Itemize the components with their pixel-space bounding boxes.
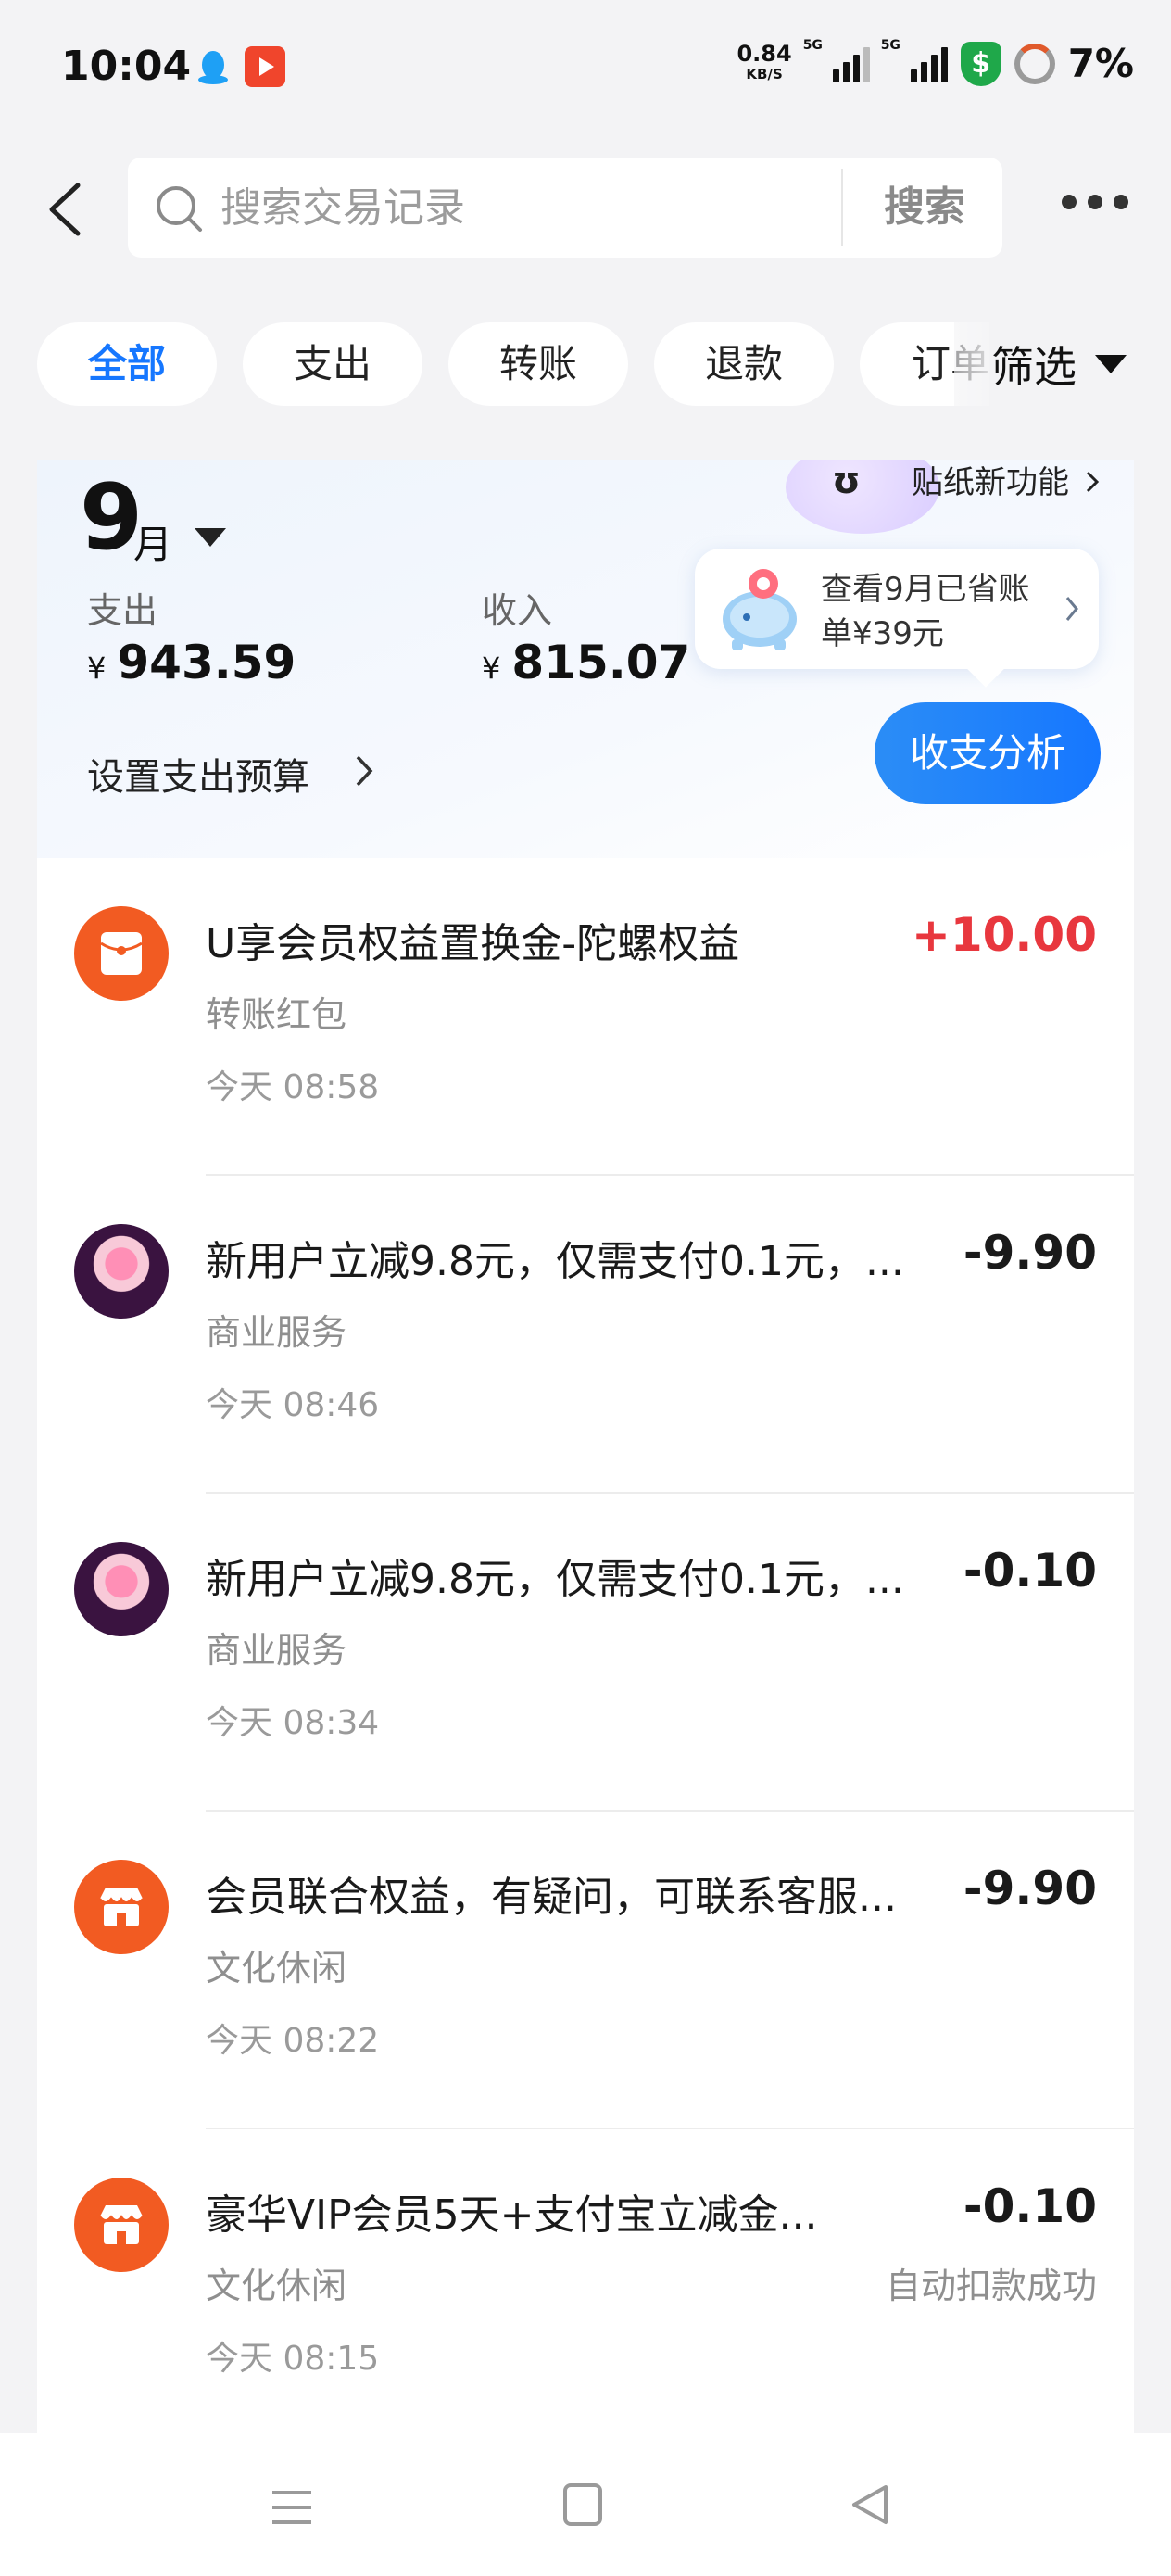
chip-refund[interactable]: 退款 — [654, 322, 834, 406]
transaction-title: 新用户立减9.8元，仅需支付0.1元，... — [206, 1238, 904, 1285]
filter-label: 筛选 — [991, 342, 1077, 392]
red-packet-icon — [74, 906, 169, 1001]
transaction-amount: +10.00 — [911, 908, 1097, 962]
chevron-right-icon — [1084, 471, 1101, 493]
back-icon[interactable] — [46, 182, 83, 237]
transaction-amount: -9.90 — [963, 1862, 1097, 1915]
back-nav-icon[interactable] — [849, 2483, 891, 2526]
set-budget-link[interactable]: 设置支出预算 — [87, 747, 309, 801]
piggy-bank-icon — [713, 563, 806, 656]
video-app-icon — [245, 46, 285, 87]
transaction-time: 今天 08:58 — [206, 1068, 380, 1106]
transaction-status: 自动扣款成功 — [885, 2266, 1097, 2306]
transactions-card: 9 月 ʊ 贴纸新功能 支出 ¥943.59 收入 ¥815.07 设置支出预算 — [37, 460, 1134, 2437]
chip-transfer[interactable]: 转账 — [448, 322, 628, 406]
search-button[interactable]: 搜索 — [862, 178, 988, 237]
caret-down-icon — [1095, 355, 1127, 373]
transaction-category: 文化休闲 — [206, 2266, 347, 2306]
chip-all[interactable]: 全部 — [37, 322, 217, 406]
transaction-row[interactable]: 新用户立减9.8元，仅需支付0.1元，... -0.10 商业服务 今天 08:… — [37, 1494, 1134, 1812]
savings-tip[interactable]: 查看9月已省账单¥39元 — [695, 549, 1099, 669]
sticker-feature-link[interactable]: 贴纸新功能 — [912, 460, 1069, 506]
transaction-time: 今天 08:46 — [206, 1386, 380, 1424]
signal-icon: 5G — [803, 38, 870, 82]
system-nav-bar — [0, 2433, 1171, 2576]
expense-label: 支出 — [87, 590, 158, 631]
store-icon — [74, 2178, 169, 2272]
home-icon[interactable] — [563, 2483, 602, 2526]
status-bar: 10:04 0.84 KB/S 5G 5G $ 7% — [0, 0, 1171, 139]
search-input[interactable] — [220, 180, 943, 235]
chevron-right-icon — [1064, 595, 1080, 623]
search-divider — [841, 169, 843, 246]
transaction-category: 转账红包 — [206, 994, 347, 1035]
transaction-amount: -0.10 — [963, 2179, 1097, 2233]
filter-button[interactable]: 筛选 — [954, 322, 1171, 406]
search-icon — [154, 183, 204, 234]
search-bar[interactable]: 搜索 — [128, 158, 1002, 258]
chip-expense[interactable]: 支出 — [243, 322, 422, 406]
transaction-title: 豪华VIP会员5天+支付宝立减金... — [206, 2191, 818, 2239]
battery-ring-icon — [1014, 43, 1055, 84]
transaction-time: 今天 08:34 — [206, 1704, 380, 1742]
month-summary: 9 月 ʊ 贴纸新功能 支出 ¥943.59 收入 ¥815.07 设置支出预算 — [37, 460, 1134, 858]
transaction-time: 今天 08:15 — [206, 2340, 380, 2378]
transaction-title: 会员联合权益，有疑问，可联系客服... — [206, 1874, 897, 1921]
battery-level: 7% — [1067, 41, 1134, 86]
sticker-face-icon: ʊ — [832, 460, 861, 502]
income-expense-analysis-button[interactable]: 收支分析 — [875, 702, 1101, 804]
income-value: ¥815.07 — [482, 636, 691, 689]
transaction-category: 商业服务 — [206, 1630, 347, 1671]
network-speed: 0.84 KB/S — [737, 40, 792, 82]
expense-value: ¥943.59 — [87, 636, 296, 689]
transaction-row[interactable]: 新用户立减9.8元，仅需支付0.1元，... -9.90 商业服务 今天 08:… — [37, 1176, 1134, 1494]
transaction-time: 今天 08:22 — [206, 2022, 380, 2060]
more-options-icon[interactable] — [1062, 195, 1128, 209]
status-time: 10:04 — [61, 43, 192, 90]
qq-icon — [193, 46, 233, 87]
transaction-category: 商业服务 — [206, 1312, 347, 1353]
lollipop-logo-icon — [74, 1542, 169, 1636]
recent-apps-icon[interactable] — [271, 2489, 313, 2526]
store-icon — [74, 1860, 169, 1954]
lollipop-logo-icon — [74, 1224, 169, 1319]
security-shield-icon: $ — [960, 41, 1001, 86]
chevron-right-icon — [354, 754, 374, 788]
income-label: 收入 — [482, 590, 553, 631]
transaction-row[interactable]: 会员联合权益，有疑问，可联系客服... -9.90 文化休闲 今天 08:22 — [37, 1812, 1134, 2129]
month-dropdown-icon[interactable] — [195, 528, 226, 547]
transaction-title: 新用户立减9.8元，仅需支付0.1元，... — [206, 1556, 904, 1603]
month-unit[interactable]: 月 — [133, 513, 172, 570]
transaction-title: U享会员权益置换金-陀螺权益 — [206, 920, 740, 967]
transaction-row[interactable]: U享会员权益置换金-陀螺权益 +10.00 转账红包 今天 08:58 — [37, 858, 1134, 1176]
transaction-amount: -0.10 — [963, 1544, 1097, 1597]
signal-icon: 5G — [881, 38, 948, 82]
transaction-category: 文化休闲 — [206, 1948, 347, 1989]
transaction-row[interactable]: 豪华VIP会员5天+支付宝立减金... -0.10 文化休闲 自动扣款成功 今天… — [37, 2129, 1134, 2447]
transaction-amount: -9.90 — [963, 1226, 1097, 1280]
savings-tip-text: 查看9月已省账单¥39元 — [821, 571, 1030, 652]
